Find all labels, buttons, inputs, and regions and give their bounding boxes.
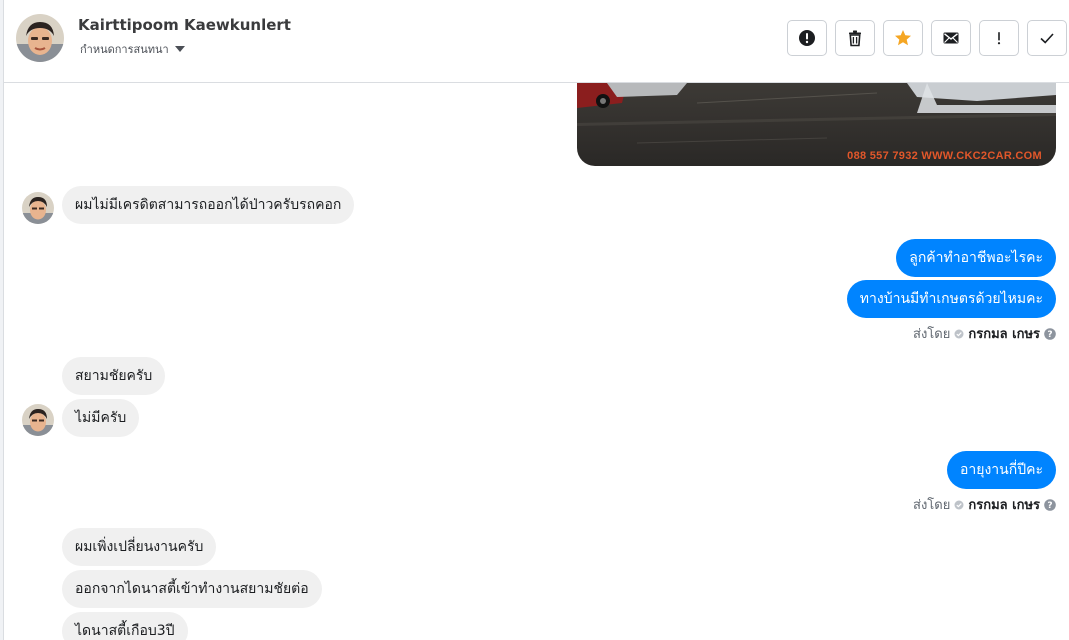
incoming-message: ออกจากไดนาสตี้เข้าทำงานสยามชัยต่อ xyxy=(62,570,322,608)
incoming-message: ไดนาสตี้เกือบ3ปี xyxy=(62,612,188,640)
sent-by-line: ส่งโดย กรกมล เกษร ? xyxy=(913,323,1056,344)
mark-spam-button[interactable] xyxy=(787,20,827,56)
incoming-message: ผมเพิ่งเปลี่ยนงานครับ xyxy=(62,528,217,566)
outgoing-message: ลูกค้าทำอาชีพอะไรคะ xyxy=(896,239,1056,277)
verified-dot-icon xyxy=(954,500,964,509)
svg-text:?: ? xyxy=(1047,501,1052,511)
mark-done-button[interactable] xyxy=(1027,20,1067,56)
contact-avatar-small[interactable] xyxy=(22,404,54,436)
sent-by-line: ส่งโดย กรกมล เกษร ? xyxy=(913,494,1056,515)
sent-by-agent[interactable]: กรกมล เกษร xyxy=(968,323,1040,344)
help-icon[interactable]: ? xyxy=(1044,327,1056,340)
attachment-image[interactable]: 088 557 7932 WWW.CKC2CAR.COM xyxy=(577,83,1056,166)
conversation-toolbar xyxy=(787,20,1067,56)
follow-up-button[interactable] xyxy=(979,20,1019,56)
photo-watermark: 088 557 7932 WWW.CKC2CAR.COM xyxy=(847,150,1042,162)
star-icon xyxy=(895,30,911,46)
outgoing-message: อายุงานกี่ปีคะ xyxy=(947,451,1056,489)
exclamation-icon xyxy=(997,32,1001,45)
caret-down-icon xyxy=(174,46,185,52)
sent-by-agent[interactable]: กรกมล เกษร xyxy=(968,494,1040,515)
mark-unread-button[interactable] xyxy=(931,20,971,56)
outgoing-message: ทางบ้านมีทำเกษตรด้วยไหมคะ xyxy=(846,280,1056,318)
conversation-status-dropdown[interactable]: กำหนดการสนทนา xyxy=(80,40,185,58)
check-icon xyxy=(1040,33,1054,44)
contact-avatar[interactable] xyxy=(16,14,64,62)
envelope-icon xyxy=(943,32,959,44)
delete-button[interactable] xyxy=(835,20,875,56)
sent-by-label: ส่งโดย xyxy=(913,327,951,342)
svg-text:?: ? xyxy=(1047,330,1052,340)
sent-by-label: ส่งโดย xyxy=(913,498,951,513)
contact-avatar-small[interactable] xyxy=(22,192,54,224)
verified-dot-icon xyxy=(954,329,964,338)
incoming-message: สยามชัยครับ xyxy=(62,357,166,395)
trash-icon xyxy=(849,30,861,47)
conversation-status-label: กำหนดการสนทนา xyxy=(80,43,169,56)
incoming-message: ไม่มีครับ xyxy=(62,399,140,437)
help-icon[interactable]: ? xyxy=(1044,498,1056,511)
left-panel-edge xyxy=(0,0,4,640)
contact-name[interactable]: Kairttipoom Kaewkunlert xyxy=(78,16,291,34)
star-button[interactable] xyxy=(883,20,923,56)
incoming-message: ผมไม่มีเครดิตสามารถออกได้ป่าวครับรถคอก xyxy=(62,186,355,224)
alert-circle-icon xyxy=(799,30,815,46)
